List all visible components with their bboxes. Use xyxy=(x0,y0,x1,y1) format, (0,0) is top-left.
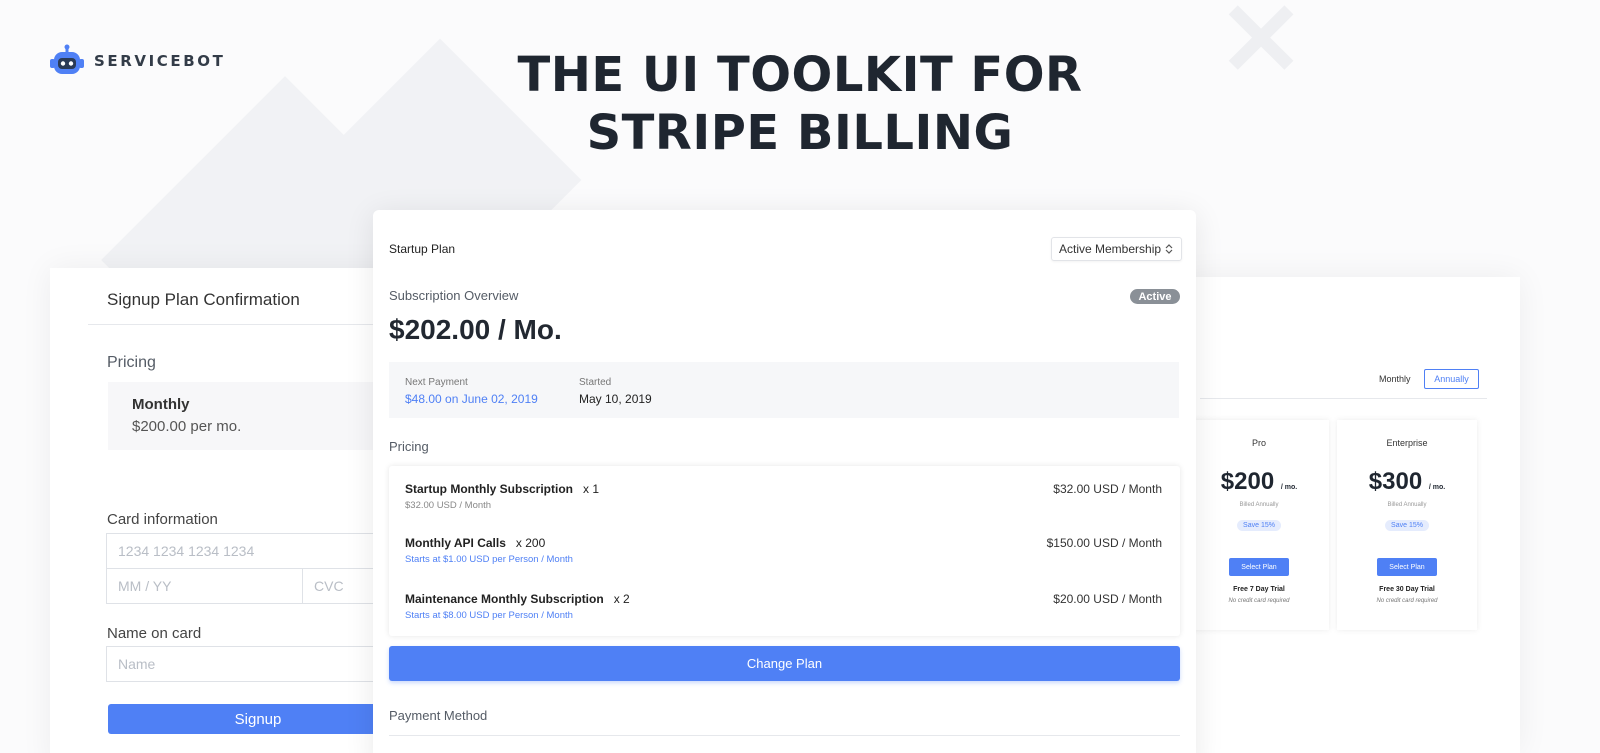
signup-confirmation-card: Signup Plan Confirmation Pricing Monthly… xyxy=(50,268,418,753)
item-title: Monthly API Calls xyxy=(405,536,506,550)
started-value: May 10, 2019 xyxy=(579,392,652,406)
item-name: Monthly API Calls x 200 xyxy=(405,536,545,550)
subscription-overview-label: Subscription Overview xyxy=(389,288,519,303)
plan-price: $300 / mo. xyxy=(1337,468,1477,496)
item-subtext: Starts at $1.00 USD per Person / Month xyxy=(405,554,573,565)
headline-line-1: THE UI TOOLKIT FOR xyxy=(517,47,1083,103)
item-name: Startup Monthly Subscription x 1 xyxy=(405,482,599,496)
membership-select-value: Active Membership xyxy=(1059,242,1162,256)
item-quantity: x 2 xyxy=(613,592,630,606)
item-quantity: x 1 xyxy=(583,482,600,496)
item-name: Maintenance Monthly Subscription x 2 xyxy=(405,592,630,606)
pricing-label: Pricing xyxy=(107,354,156,371)
pricing-table-card: Monthly Annually Pro $200 / mo. Billed A… xyxy=(1180,277,1520,753)
change-plan-button[interactable]: Change Plan xyxy=(389,646,1180,681)
billing-toggle-annually[interactable]: Annually xyxy=(1424,369,1479,389)
plan-price-period: / mo. xyxy=(1428,484,1446,491)
plan-card-enterprise: Enterprise $300 / mo. Billed Annually Sa… xyxy=(1337,420,1477,630)
headline-line-2: STRIPE BILLING xyxy=(586,105,1014,161)
divider xyxy=(88,324,418,325)
chevron-up-down-icon xyxy=(1165,244,1173,254)
status-badge: Active xyxy=(1130,289,1180,304)
table-row: Maintenance Monthly Subscription x 2 Star… xyxy=(389,592,1180,640)
plan-title: Startup Plan xyxy=(389,242,456,256)
table-row: Monthly API Calls x 200 Starts at $1.00 U… xyxy=(389,536,1180,584)
payment-method-label: Payment Method xyxy=(389,708,488,723)
plan-name: Enterprise xyxy=(1386,438,1428,448)
plan-price: $200 / mo. xyxy=(1189,468,1329,496)
selected-plan-box: Monthly $200.00 per mo. xyxy=(108,382,408,450)
card-title: Signup Plan Confirmation xyxy=(107,290,300,309)
card-info-label: Card information xyxy=(107,511,218,528)
name-on-card-input[interactable]: Name xyxy=(106,646,410,682)
plan-note: No credit card required xyxy=(1376,598,1438,604)
item-subtext: $32.00 USD / Month xyxy=(405,500,492,511)
pricing-items-table: Startup Monthly Subscription x 1 $32.00 U… xyxy=(389,466,1180,636)
plan-billing-note: Billed Annually xyxy=(1387,502,1427,508)
pricing-label: Pricing xyxy=(389,439,429,454)
select-plan-button[interactable]: Select Plan xyxy=(1377,558,1437,576)
name-on-card-label: Name on card xyxy=(107,625,202,642)
plan-note: No credit card required xyxy=(1228,598,1290,604)
plan-name: Monthly xyxy=(132,396,190,413)
page-headline: THE UI TOOLKIT FOR STRIPE BILLING xyxy=(0,46,1600,162)
card-number-input[interactable]: 1234 1234 1234 1234 xyxy=(106,533,410,569)
plan-name: Pro xyxy=(1251,438,1266,448)
item-price: $32.00 USD / Month xyxy=(1053,482,1162,496)
started-label: Started xyxy=(579,377,612,388)
plan-price-amount: $300 xyxy=(1368,468,1423,495)
next-payment-value: $48.00 on June 02, 2019 xyxy=(405,392,538,406)
plan-price: $200.00 per mo. xyxy=(132,418,242,435)
item-title: Maintenance Monthly Subscription xyxy=(405,592,604,606)
item-price: $150.00 USD / Month xyxy=(1046,536,1162,550)
savings-badge: Save 15% xyxy=(1237,520,1281,531)
payment-info-box: Next Payment $48.00 on June 02, 2019 Sta… xyxy=(389,362,1179,418)
billing-toggle-monthly[interactable]: Monthly xyxy=(1379,374,1411,384)
item-subtext: Starts at $8.00 USD per Person / Month xyxy=(405,610,573,621)
membership-select[interactable]: Active Membership xyxy=(1051,237,1182,261)
subscription-management-card: Startup Plan Active Membership Subscript… xyxy=(373,210,1196,753)
expiry-input[interactable]: MM / YY xyxy=(106,568,303,604)
plan-trial: Free 7 Day Trial xyxy=(1233,586,1285,593)
divider xyxy=(389,735,1180,736)
plan-price-amount: $200 xyxy=(1220,468,1275,495)
signup-button[interactable]: Signup xyxy=(108,704,408,734)
item-price: $20.00 USD / Month xyxy=(1053,592,1162,606)
subscription-amount: $202.00 / Mo. xyxy=(389,314,562,345)
plan-trial: Free 30 Day Trial xyxy=(1379,586,1435,593)
table-row: Startup Monthly Subscription x 1 $32.00 U… xyxy=(389,482,1180,530)
plan-card-pro: Pro $200 / mo. Billed Annually Save 15% … xyxy=(1189,420,1329,630)
item-quantity: x 200 xyxy=(515,536,546,550)
savings-badge: Save 15% xyxy=(1385,520,1429,531)
divider xyxy=(1200,398,1487,399)
plan-price-period: / mo. xyxy=(1280,484,1298,491)
item-title: Startup Monthly Subscription xyxy=(405,482,573,496)
next-payment-label: Next Payment xyxy=(405,377,468,388)
select-plan-button[interactable]: Select Plan xyxy=(1229,558,1289,576)
plan-billing-note: Billed Annually xyxy=(1239,502,1279,508)
